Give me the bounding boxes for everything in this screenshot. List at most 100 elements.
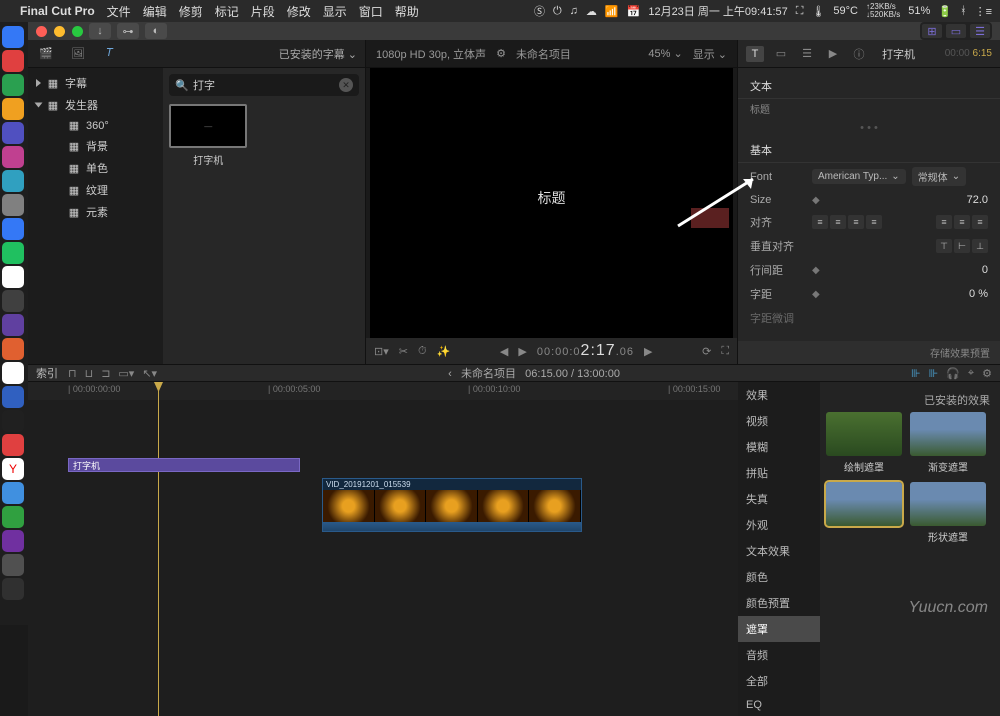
dock-app10-icon[interactable] bbox=[2, 266, 24, 288]
nav-back-icon[interactable]: ‹ bbox=[448, 368, 452, 380]
effect-item[interactable] bbox=[826, 482, 902, 544]
sidebar-item-背景[interactable]: ▦背景 bbox=[28, 135, 163, 157]
timeline-ruler[interactable]: | 00:00:00:00| 00:00:05:00| 00:00:10:00|… bbox=[28, 382, 738, 400]
dock-app11-icon[interactable] bbox=[2, 290, 24, 312]
dock-app17-icon[interactable] bbox=[2, 434, 24, 456]
transform-menu-icon[interactable]: ⊡▾ bbox=[374, 345, 389, 358]
workspace-layouts[interactable]: ⊞ ▭ ☰ bbox=[920, 22, 992, 40]
dock-app18-icon[interactable]: Y bbox=[2, 458, 24, 480]
snapping-icon[interactable]: ⌖ bbox=[968, 367, 974, 380]
timeline[interactable]: | 00:00:00:00| 00:00:05:00| 00:00:10:00|… bbox=[28, 382, 738, 716]
effect-item[interactable]: 渐变遮罩 bbox=[910, 412, 986, 474]
skimming-icon[interactable]: ⊪ bbox=[911, 367, 921, 380]
linespace-keyframe-icon[interactable]: ◆ bbox=[812, 265, 820, 276]
dock-app15-icon[interactable] bbox=[2, 386, 24, 408]
dock-wechat-icon[interactable] bbox=[2, 506, 24, 528]
title-clip[interactable]: 打字机 bbox=[68, 458, 300, 472]
overwrite-clip-icon[interactable]: ▭▾ bbox=[118, 367, 134, 380]
effect-category-全部[interactable]: 全部 bbox=[738, 668, 820, 694]
photos-tab-icon[interactable]: 🖼 bbox=[68, 45, 88, 63]
effect-category-文本效果[interactable]: 文本效果 bbox=[738, 538, 820, 564]
menu-file[interactable]: 文件 bbox=[107, 3, 131, 20]
menu-window[interactable]: 窗口 bbox=[359, 3, 383, 20]
dock-app3-icon[interactable] bbox=[2, 98, 24, 120]
effect-item[interactable]: 形状遮罩 bbox=[910, 482, 986, 544]
text-inspector-tab[interactable]: T bbox=[746, 46, 764, 62]
app-name[interactable]: Final Cut Pro bbox=[20, 4, 95, 18]
dock-fcp-icon[interactable] bbox=[2, 530, 24, 552]
canvas-selection-box[interactable] bbox=[691, 208, 729, 228]
effect-category-视频[interactable]: 视频 bbox=[738, 408, 820, 434]
browser-search[interactable]: 🔍 ✕ bbox=[169, 74, 359, 96]
fullscreen-icon[interactable]: ⛶ bbox=[721, 345, 729, 358]
loop-icon[interactable]: ⟳ bbox=[702, 345, 711, 358]
prev-edit-icon[interactable]: ◀ bbox=[500, 345, 508, 358]
import-button[interactable]: ↓ bbox=[89, 23, 111, 39]
window-close-button[interactable] bbox=[36, 26, 47, 37]
tools-menu-icon[interactable]: ↖▾ bbox=[142, 367, 157, 380]
align-buttons[interactable]: ≡≡≡≡ bbox=[812, 215, 882, 229]
sidebar-item-单色[interactable]: ▦单色 bbox=[28, 157, 163, 179]
video-inspector-tab[interactable]: ▭ bbox=[772, 46, 790, 62]
clear-search-icon[interactable]: ✕ bbox=[339, 78, 353, 92]
menu-edit[interactable]: 编辑 bbox=[143, 3, 167, 20]
font-family-select[interactable]: American Typ... ⌄ bbox=[812, 169, 906, 184]
effect-category-颜色[interactable]: 颜色 bbox=[738, 564, 820, 590]
effect-category-遮罩[interactable]: 遮罩 bbox=[738, 616, 820, 642]
dock-app7-icon[interactable] bbox=[2, 194, 24, 216]
insert-clip-icon[interactable]: ⊔ bbox=[85, 367, 94, 380]
dock-app13-icon[interactable] bbox=[2, 338, 24, 360]
effect-category-EQ[interactable]: EQ bbox=[738, 694, 820, 716]
layout2-icon[interactable]: ▭ bbox=[946, 24, 966, 38]
save-preset-button[interactable]: 存储效果预置 bbox=[738, 341, 1000, 364]
window-minimize-button[interactable] bbox=[54, 26, 65, 37]
dock-app5-icon[interactable] bbox=[2, 146, 24, 168]
menu-clip[interactable]: 片段 bbox=[251, 3, 275, 20]
share-inspector-tab[interactable]: ▶ bbox=[824, 46, 842, 62]
play-icon[interactable]: ▶ bbox=[518, 345, 526, 358]
viewer-view-menu[interactable]: 显示 ⌄ bbox=[693, 46, 727, 62]
dock-app20-icon[interactable] bbox=[2, 554, 24, 576]
dock-app16-icon[interactable] bbox=[2, 410, 24, 432]
tracking-value[interactable]: 0 % bbox=[826, 288, 988, 300]
size-keyframe-icon[interactable]: ◆ bbox=[812, 195, 820, 206]
font-style-select[interactable]: 常规体 ⌄ bbox=[912, 167, 966, 186]
enhance-icon[interactable]: ✨ bbox=[437, 345, 451, 358]
titles-tab-icon[interactable]: 𝑇 bbox=[100, 45, 120, 63]
bg-tasks-button[interactable]: ◐ bbox=[145, 23, 167, 39]
append-clip-icon[interactable]: ⊐ bbox=[101, 367, 110, 380]
effect-category-拼贴[interactable]: 拼贴 bbox=[738, 460, 820, 486]
dock-app1-icon[interactable] bbox=[2, 50, 24, 72]
effect-category-失真[interactable]: 失真 bbox=[738, 486, 820, 512]
next-edit-icon[interactable]: ▶ bbox=[644, 345, 652, 358]
layout3-icon[interactable]: ☰ bbox=[970, 24, 990, 38]
audio-skim-icon[interactable]: ⊪ bbox=[929, 367, 939, 380]
viewer-canvas[interactable]: 标题 bbox=[370, 68, 733, 338]
effect-category-外观[interactable]: 外观 bbox=[738, 512, 820, 538]
crop-icon[interactable]: ✂ bbox=[399, 345, 408, 358]
connect-clip-icon[interactable]: ⊓ bbox=[68, 367, 77, 380]
playhead[interactable] bbox=[158, 382, 159, 716]
retime-icon[interactable]: ⏱ bbox=[418, 345, 427, 358]
info2-inspector-tab[interactable]: ⓘ bbox=[850, 46, 868, 62]
effect-category-模糊[interactable]: 模糊 bbox=[738, 434, 820, 460]
dock-app6-icon[interactable] bbox=[2, 170, 24, 192]
basic-section-header[interactable]: 基本 bbox=[738, 138, 1000, 163]
sidebar-item-纹理[interactable]: ▦纹理 bbox=[28, 179, 163, 201]
dock-app19-icon[interactable] bbox=[2, 482, 24, 504]
dock-app9-icon[interactable] bbox=[2, 242, 24, 264]
effect-category-效果[interactable]: 效果 bbox=[738, 382, 820, 408]
tracking-keyframe-icon[interactable]: ◆ bbox=[812, 289, 820, 300]
generator-thumb[interactable]: — 打字机 bbox=[169, 104, 247, 167]
effect-category-音频[interactable]: 音频 bbox=[738, 642, 820, 668]
keyword-button[interactable]: ⊶ bbox=[117, 23, 139, 39]
index-button[interactable]: 索引 bbox=[36, 365, 58, 381]
layout1-icon[interactable]: ⊞ bbox=[922, 24, 942, 38]
dock-app14-icon[interactable] bbox=[2, 362, 24, 384]
canvas-title-text[interactable]: 标题 bbox=[538, 188, 566, 208]
timeline-options-icon[interactable]: ⚙ bbox=[982, 367, 992, 380]
window-zoom-button[interactable] bbox=[72, 26, 83, 37]
dock-app4-icon[interactable] bbox=[2, 122, 24, 144]
sidebar-item-字幕[interactable]: ▦字幕 bbox=[28, 72, 163, 94]
linespace-value[interactable]: 0 bbox=[826, 264, 988, 276]
